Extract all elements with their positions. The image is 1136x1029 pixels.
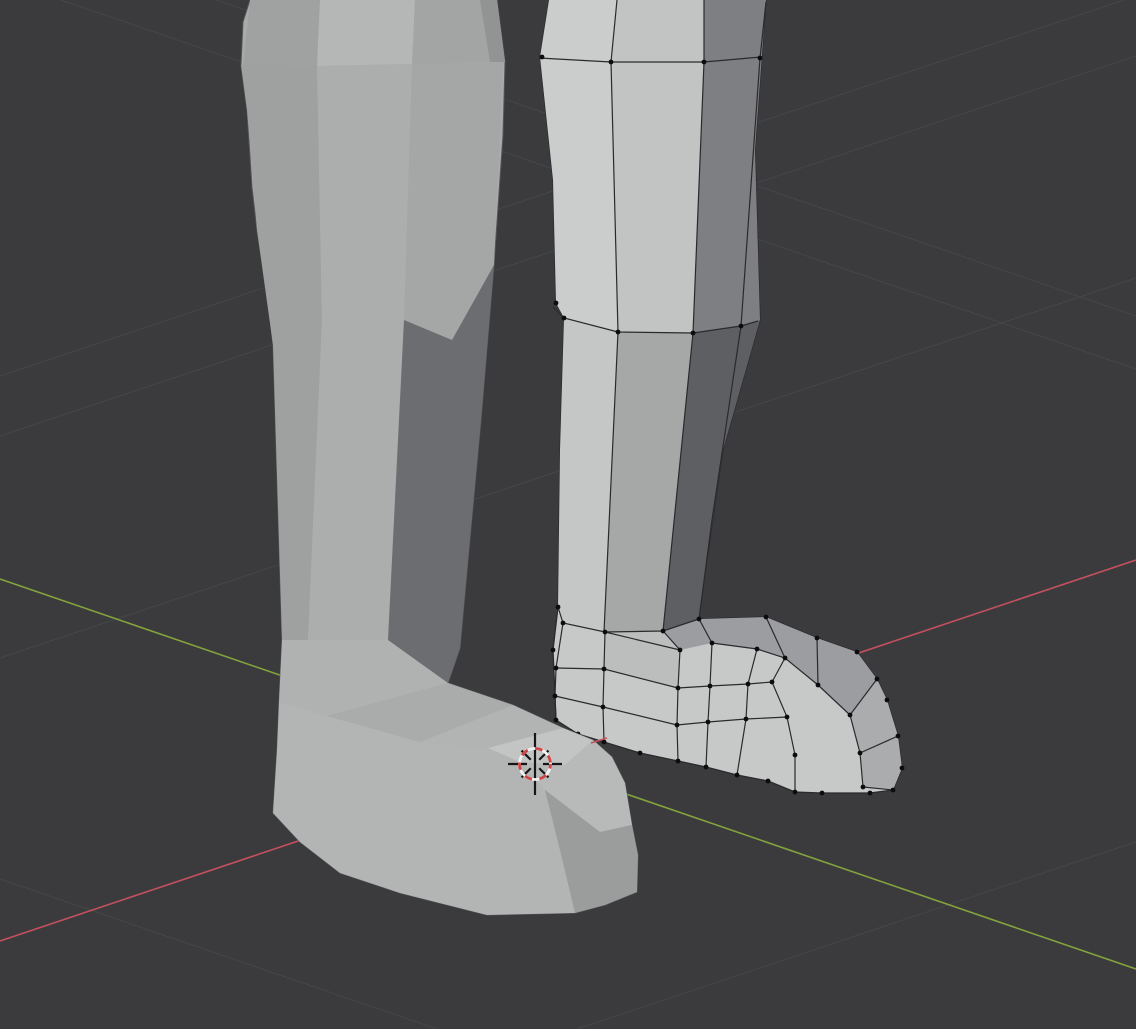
mesh-vertex[interactable]: [891, 788, 896, 793]
blender-3d-viewport: [0, 0, 1136, 1029]
mesh-vertex[interactable]: [875, 677, 880, 682]
mesh-vertex[interactable]: [661, 629, 666, 634]
mesh-vertex[interactable]: [603, 630, 608, 635]
mesh-vertex[interactable]: [704, 765, 709, 770]
mesh-vertex[interactable]: [848, 713, 853, 718]
mesh-vertex[interactable]: [556, 605, 561, 610]
mesh-vertex[interactable]: [855, 650, 860, 655]
mesh-vertex[interactable]: [900, 766, 905, 771]
mesh-vertex[interactable]: [676, 686, 681, 691]
mesh-vertex[interactable]: [562, 316, 567, 321]
mesh-vertex[interactable]: [885, 698, 890, 703]
viewport-canvas[interactable]: [0, 0, 1136, 1029]
mesh-vertex[interactable]: [691, 331, 696, 336]
mesh-vertex[interactable]: [758, 56, 763, 61]
mesh-vertex[interactable]: [793, 790, 798, 795]
mesh-vertex[interactable]: [858, 751, 863, 756]
mesh-vertex[interactable]: [638, 751, 643, 756]
mesh-vertex[interactable]: [793, 753, 798, 758]
mesh-vertex[interactable]: [785, 715, 790, 720]
mesh-vertex[interactable]: [561, 621, 566, 626]
mesh-vertex[interactable]: [554, 718, 559, 723]
mesh-vertex[interactable]: [896, 734, 901, 739]
mesh-vertex[interactable]: [540, 55, 545, 60]
mesh-vertex[interactable]: [601, 705, 606, 710]
left-leg-mesh-object-mode-facet: [243, 0, 320, 66]
mesh-vertex[interactable]: [744, 717, 749, 722]
mesh-vertex[interactable]: [678, 648, 683, 653]
mesh-vertex[interactable]: [764, 615, 769, 620]
mesh-vertex[interactable]: [868, 791, 873, 796]
left-leg-mesh-object-mode-facet: [317, 0, 415, 66]
mesh-vertex[interactable]: [706, 720, 711, 725]
mesh-vertex[interactable]: [675, 723, 680, 728]
mesh-vertex[interactable]: [710, 641, 715, 646]
mesh-vertex[interactable]: [766, 779, 771, 784]
mesh-vertex[interactable]: [861, 785, 866, 790]
mesh-vertex[interactable]: [676, 759, 681, 764]
right-leg-mesh-edit-mode-facet: [611, 0, 704, 333]
mesh-vertex[interactable]: [708, 684, 713, 689]
mesh-vertex[interactable]: [602, 740, 607, 745]
mesh-vertex[interactable]: [616, 330, 621, 335]
mesh-vertex[interactable]: [735, 773, 740, 778]
mesh-vertex[interactable]: [820, 791, 825, 796]
mesh-vertex[interactable]: [770, 680, 775, 685]
mesh-vertex[interactable]: [739, 324, 744, 329]
mesh-vertex[interactable]: [755, 647, 760, 652]
mesh-vertex[interactable]: [815, 636, 820, 641]
mesh-vertex[interactable]: [551, 648, 556, 653]
mesh-vertex[interactable]: [602, 667, 607, 672]
mesh-vertex[interactable]: [554, 301, 559, 306]
mesh-vertex[interactable]: [697, 617, 702, 622]
mesh-vertex[interactable]: [553, 694, 558, 699]
mesh-vertex[interactable]: [702, 60, 707, 65]
mesh-vertex[interactable]: [609, 60, 614, 65]
mesh-vertex[interactable]: [816, 683, 821, 688]
mesh-vertex[interactable]: [746, 682, 751, 687]
mesh-vertex[interactable]: [783, 656, 788, 661]
mesh-vertex[interactable]: [554, 666, 559, 671]
